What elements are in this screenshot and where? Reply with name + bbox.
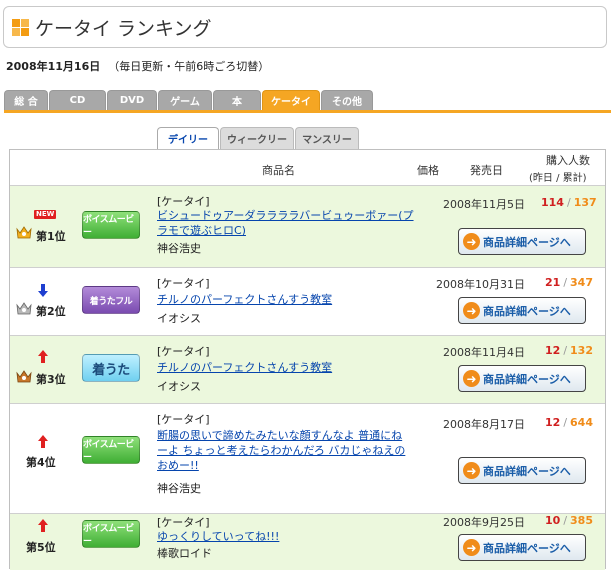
product-title-link[interactable]: ビシュードゥアーダララララバービュゥーボァー(プラモで遊ぶヒロC): [157, 208, 417, 238]
release-date: 2008年9月25日: [443, 516, 525, 529]
ringtone-full-thumb[interactable]: 着うたフル: [82, 286, 140, 314]
update-note: （毎日更新・午前6時ごろ切替）: [108, 60, 270, 73]
arrow-right-icon: ➜: [463, 370, 480, 387]
header-release: 発売日: [470, 164, 503, 177]
release-date: 2008年8月17日: [443, 418, 525, 431]
header-product: 商品名: [262, 164, 295, 177]
update-info: 2008年11月16日 （毎日更新・午前6時ごろ切替）: [6, 58, 269, 74]
total-count: 132: [570, 344, 593, 357]
page-title: ケータイ ランキング: [35, 17, 212, 40]
table-row: 第2位 着うたフル [ケータイ] チルノのパーフェクトさんすう教室 イオシス 2…: [10, 268, 605, 336]
product-category: [ケータイ]: [157, 516, 210, 529]
arrow-right-icon: ➜: [463, 462, 480, 479]
total-count: 137: [573, 196, 597, 209]
arrow-up-icon: [38, 350, 48, 363]
product-artist: 棒歌ロイド: [157, 547, 212, 560]
product-title-link[interactable]: チルノのパーフェクトさんすう教室: [157, 292, 417, 307]
tab-overall[interactable]: 総 合: [4, 90, 48, 110]
product-category: [ケータイ]: [157, 345, 210, 358]
detail-page-button[interactable]: ➜ 商品詳細ページへ: [458, 228, 586, 255]
buyer-counts: 12/644: [545, 416, 593, 429]
tab-mobile[interactable]: ケータイ: [262, 90, 320, 110]
tab-divider: [4, 110, 611, 113]
detail-page-button[interactable]: ➜ 商品詳細ページへ: [458, 534, 586, 561]
ranking-grid-icon: [12, 18, 29, 36]
buyer-counts: 114/137: [541, 196, 597, 209]
table-row: NEW 第1位 ボイスムービー [ケータイ] ビシュードゥアーダララララバービュ…: [10, 186, 605, 268]
arrow-right-icon: ➜: [463, 539, 480, 556]
product-title-link[interactable]: 断腸の思いで諦めたみたいな顔すんなよ 普通にねーよ ちょっと考えたらわかんだろ …: [157, 428, 413, 473]
arrow-up-icon: [38, 519, 48, 532]
release-date: 2008年11月4日: [443, 346, 525, 359]
update-date: 2008年11月16日: [6, 60, 101, 73]
rank-label: 第3位: [36, 373, 66, 386]
table-row: 第5位 ボイスムービー [ケータイ] ゆっくりしていってね!!! 棒歌ロイド 2…: [10, 514, 605, 570]
crown-icon: [16, 226, 32, 239]
arrow-right-icon: ➜: [463, 233, 480, 250]
product-artist: イオシス: [157, 312, 201, 325]
arrow-up-icon: [38, 435, 48, 448]
total-count: 347: [570, 276, 593, 289]
release-date: 2008年11月5日: [443, 198, 525, 211]
page-header: ケータイ ランキング: [3, 6, 607, 48]
product-artist: イオシス: [157, 380, 201, 393]
product-artist: 神谷浩史: [157, 242, 201, 255]
tab-dvd[interactable]: DVD: [107, 90, 157, 110]
new-badge: NEW: [34, 210, 57, 219]
buyer-counts: 21/347: [545, 276, 593, 289]
rank-label: 第5位: [26, 541, 56, 554]
tab-book[interactable]: 本: [213, 90, 261, 110]
tab-cd[interactable]: CD: [49, 90, 106, 110]
tab-daily[interactable]: デイリー: [157, 127, 219, 149]
product-category: [ケータイ]: [157, 195, 210, 208]
crown-icon: [16, 370, 32, 383]
product-artist: 神谷浩史: [157, 482, 201, 495]
ringtone-thumb[interactable]: 着うた: [82, 354, 140, 382]
product-category: [ケータイ]: [157, 277, 210, 290]
tab-game[interactable]: ゲーム: [158, 90, 212, 110]
daily-count: 12: [545, 416, 561, 429]
header-buyers: 購入人数: [546, 154, 590, 167]
table-row: 第3位 着うた [ケータイ] チルノのパーフェクトさんすう教室 イオシス 200…: [10, 336, 605, 404]
arrow-down-icon: [38, 284, 48, 297]
daily-count: 21: [545, 276, 561, 289]
product-title-link[interactable]: チルノのパーフェクトさんすう教室: [157, 360, 417, 375]
tab-weekly[interactable]: ウィークリー: [220, 127, 294, 149]
release-date: 2008年10月31日: [436, 278, 525, 291]
buyer-counts: 10/385: [545, 514, 593, 527]
header-price: 価格: [417, 164, 439, 177]
tab-other[interactable]: その他: [321, 90, 373, 110]
voice-movie-thumb[interactable]: ボイスムービー: [82, 211, 140, 239]
detail-page-button[interactable]: ➜ 商品詳細ページへ: [458, 365, 586, 392]
daily-count: 12: [545, 344, 561, 357]
daily-count: 10: [545, 514, 561, 527]
table-header: 商品名 価格 発売日 購入人数 (昨日 / 累計): [10, 150, 605, 186]
total-count: 644: [570, 416, 593, 429]
rank-label: 第1位: [36, 230, 66, 243]
table-row: 第4位 ボイスムービー [ケータイ] 断腸の思いで諦めたみたいな顔すんなよ 普通…: [10, 404, 605, 514]
period-tabs: デイリー ウィークリー マンスリー: [157, 127, 360, 149]
rank-label: 第4位: [26, 456, 56, 469]
buyer-counts: 12/132: [545, 344, 593, 357]
detail-page-button[interactable]: ➜ 商品詳細ページへ: [458, 457, 586, 484]
total-count: 385: [570, 514, 593, 527]
daily-count: 114: [541, 196, 564, 209]
arrow-right-icon: ➜: [463, 302, 480, 319]
product-title-link[interactable]: ゆっくりしていってね!!!: [157, 529, 417, 544]
detail-page-button[interactable]: ➜ 商品詳細ページへ: [458, 297, 586, 324]
rank-label: 第2位: [36, 305, 66, 318]
product-category: [ケータイ]: [157, 413, 210, 426]
crown-icon: [16, 302, 32, 315]
ranking-table: 商品名 価格 発売日 購入人数 (昨日 / 累計) NEW 第1位 ボイスムービ…: [9, 149, 606, 570]
voice-movie-thumb[interactable]: ボイスムービー: [82, 436, 140, 464]
category-tabs: 総 合 CD DVD ゲーム 本 ケータイ その他: [4, 90, 374, 110]
tab-monthly[interactable]: マンスリー: [295, 127, 359, 149]
voice-movie-thumb[interactable]: ボイスムービー: [82, 520, 140, 548]
header-buyers-sub: (昨日 / 累計): [529, 173, 587, 184]
